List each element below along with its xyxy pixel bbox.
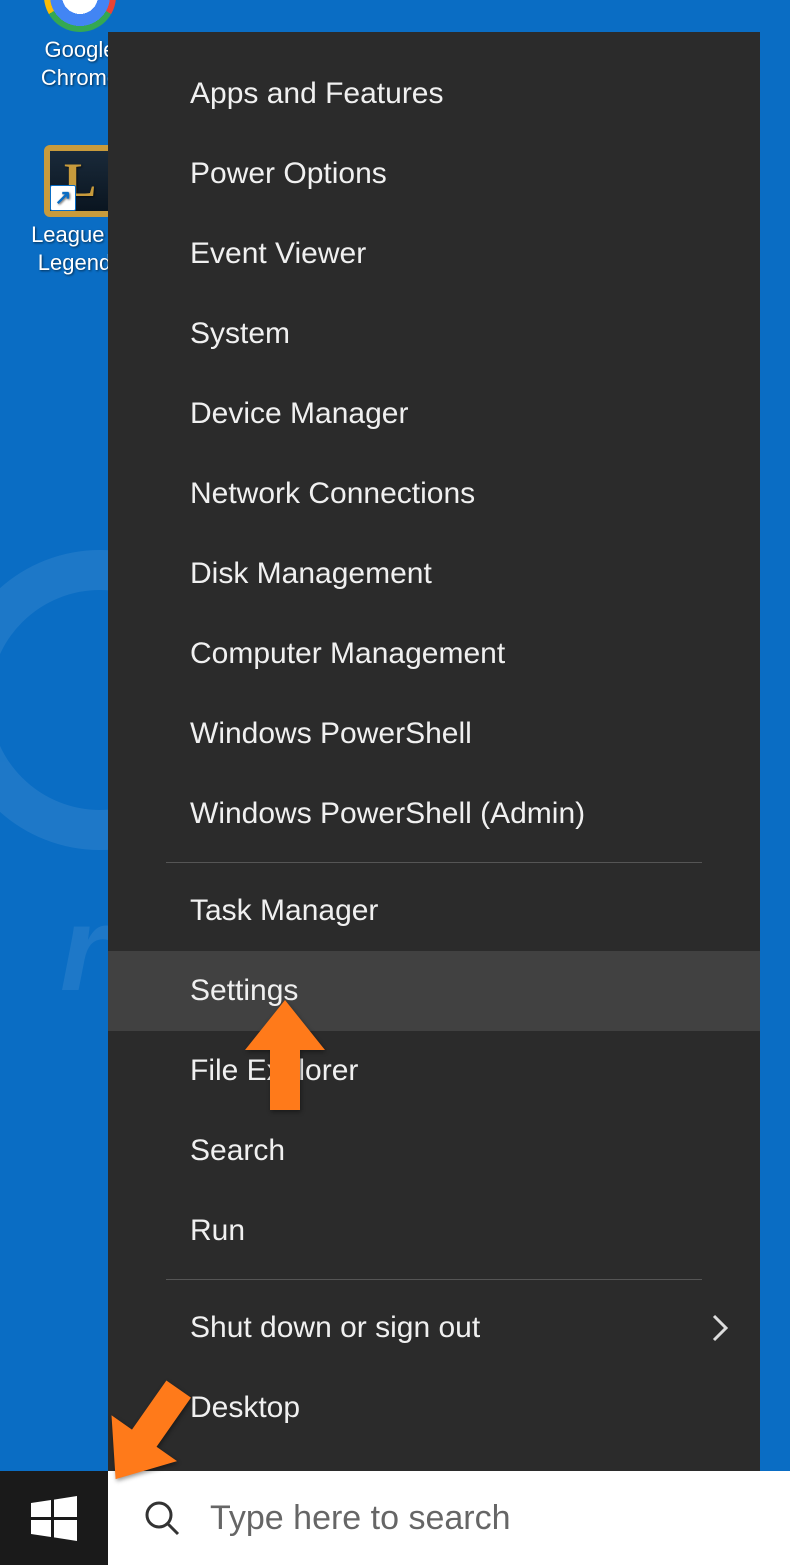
- menu-item-label: Network Connections: [190, 477, 475, 511]
- menu-item-device-manager[interactable]: Device Manager: [108, 374, 760, 454]
- menu-item-computer-management[interactable]: Computer Management: [108, 614, 760, 694]
- menu-separator: [166, 862, 702, 863]
- menu-item-apps-and-features[interactable]: Apps and Features: [108, 54, 760, 134]
- search-icon: [142, 1498, 182, 1538]
- menu-item-label: File Explorer: [190, 1054, 358, 1088]
- windows-logo-icon: [29, 1493, 79, 1543]
- league-of-legends-icon: L ↗: [44, 145, 116, 217]
- menu-item-label: Task Manager: [190, 894, 378, 928]
- taskbar-search[interactable]: [108, 1471, 790, 1565]
- menu-item-label: Windows PowerShell: [190, 717, 472, 751]
- menu-item-label: Search: [190, 1134, 285, 1168]
- menu-item-power-options[interactable]: Power Options: [108, 134, 760, 214]
- menu-item-label: Settings: [190, 974, 298, 1008]
- menu-item-file-explorer[interactable]: File Explorer: [108, 1031, 760, 1111]
- menu-item-search[interactable]: Search: [108, 1111, 760, 1191]
- start-button[interactable]: [0, 1471, 108, 1565]
- menu-item-label: Apps and Features: [190, 77, 444, 111]
- chrome-icon: [44, 0, 116, 32]
- menu-item-settings[interactable]: Settings: [108, 951, 760, 1031]
- menu-item-label: Device Manager: [190, 397, 408, 431]
- taskbar: [0, 1471, 790, 1565]
- menu-item-label: Shut down or sign out: [190, 1311, 480, 1345]
- menu-item-label: Disk Management: [190, 557, 432, 591]
- menu-item-windows-powershell-admin[interactable]: Windows PowerShell (Admin): [108, 774, 760, 854]
- menu-item-label: Event Viewer: [190, 237, 366, 271]
- shortcut-overlay-icon: ↗: [50, 185, 76, 211]
- winx-context-menu: Apps and Features Power Options Event Vi…: [108, 32, 760, 1471]
- search-input[interactable]: [210, 1499, 790, 1538]
- menu-item-run[interactable]: Run: [108, 1191, 760, 1271]
- menu-item-shut-down-or-sign-out[interactable]: Shut down or sign out: [108, 1288, 760, 1368]
- menu-separator: [166, 1279, 702, 1280]
- menu-item-task-manager[interactable]: Task Manager: [108, 871, 760, 951]
- chevron-right-icon: [710, 1312, 730, 1344]
- menu-item-system[interactable]: System: [108, 294, 760, 374]
- menu-item-disk-management[interactable]: Disk Management: [108, 534, 760, 614]
- menu-item-event-viewer[interactable]: Event Viewer: [108, 214, 760, 294]
- menu-item-windows-powershell[interactable]: Windows PowerShell: [108, 694, 760, 774]
- menu-item-label: Run: [190, 1214, 245, 1248]
- menu-item-network-connections[interactable]: Network Connections: [108, 454, 760, 534]
- menu-item-label: Computer Management: [190, 637, 505, 671]
- menu-item-label: Windows PowerShell (Admin): [190, 797, 585, 831]
- menu-item-desktop[interactable]: Desktop: [108, 1368, 760, 1448]
- menu-item-label: System: [190, 317, 290, 351]
- menu-item-label: Desktop: [190, 1391, 300, 1425]
- menu-item-label: Power Options: [190, 157, 387, 191]
